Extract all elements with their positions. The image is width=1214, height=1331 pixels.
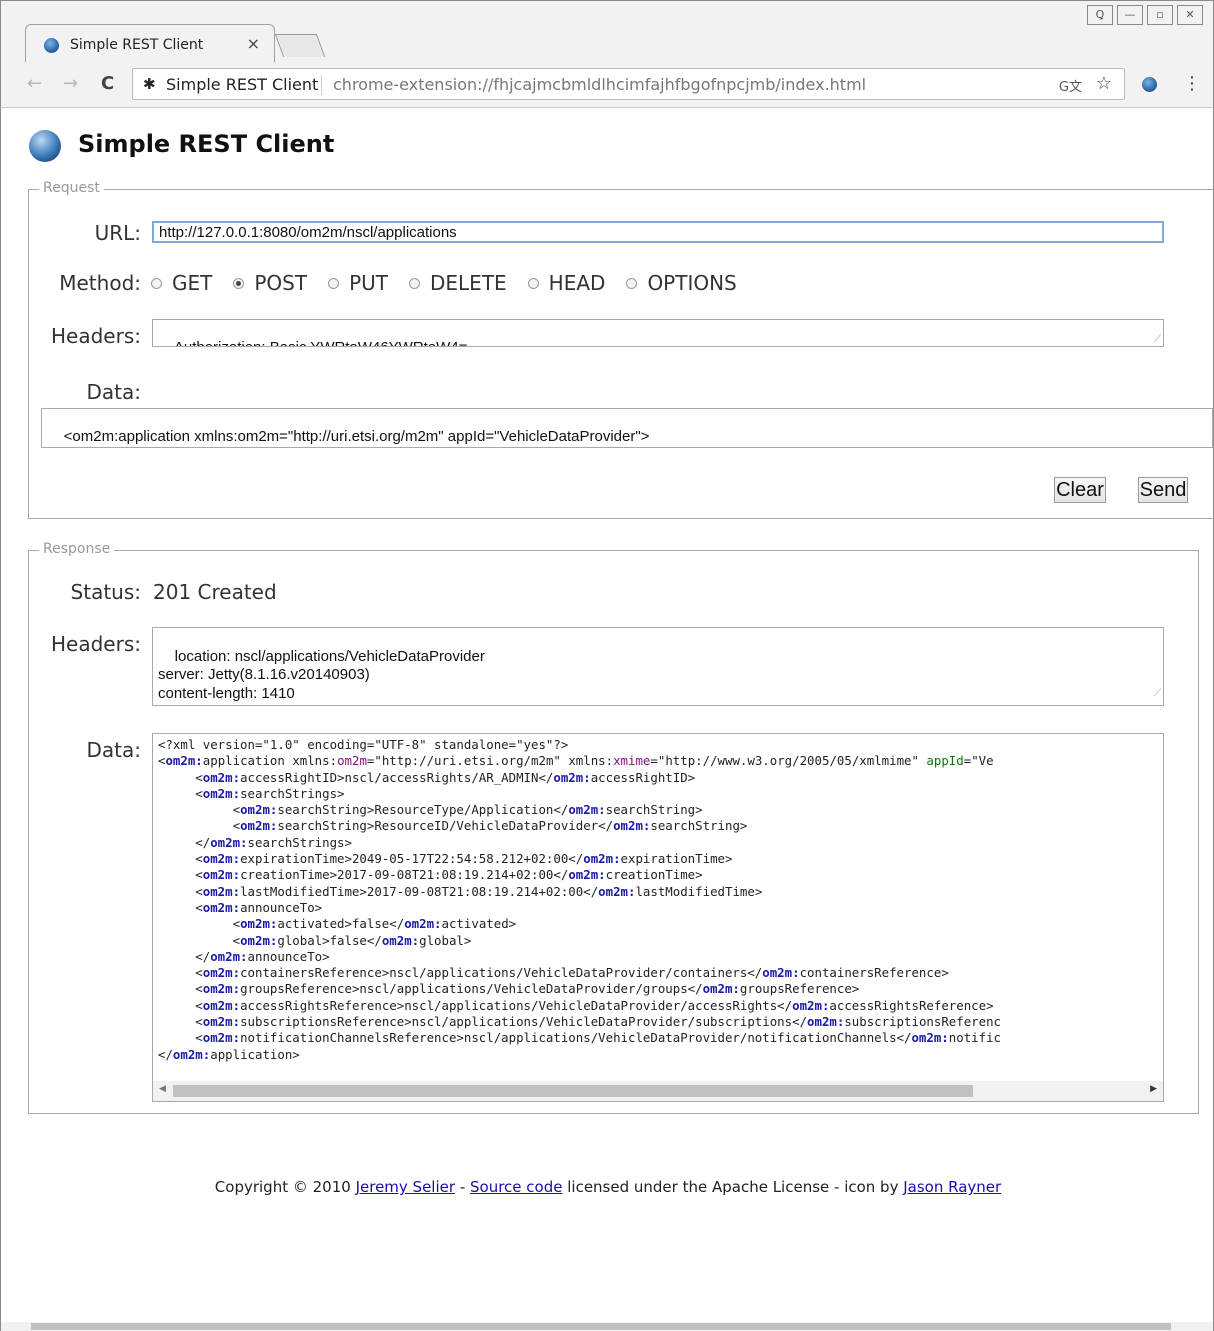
resize-grip-icon[interactable]: ⟋ bbox=[1154, 334, 1161, 345]
request-headers-textarea[interactable]: Authorization: Basic YWRtaW46YWRtaW4= ⟋ bbox=[152, 319, 1164, 347]
status-value: 201 Created bbox=[153, 580, 277, 604]
scroll-right-icon[interactable]: ▶ bbox=[1150, 1084, 1157, 1094]
method-radio-group: GET POST PUT DELETE HEAD OPTIONS bbox=[151, 271, 758, 295]
source-code-link[interactable]: Source code bbox=[470, 1178, 562, 1196]
response-headers-label: Headers: bbox=[51, 632, 141, 656]
maximize-button[interactable]: ▫ bbox=[1147, 5, 1173, 25]
scroll-left-icon[interactable]: ◀ bbox=[159, 1084, 166, 1094]
address-site-name: Simple REST Client bbox=[166, 75, 319, 94]
request-data-textarea[interactable]: <om2m:application xmlns:om2m="http://uri… bbox=[41, 408, 1213, 448]
address-separator bbox=[321, 75, 322, 95]
window-controls: Ꝗ — ▫ ✕ bbox=[1087, 5, 1203, 25]
scroll-thumb[interactable] bbox=[173, 1085, 973, 1097]
response-legend: Response bbox=[39, 541, 115, 557]
response-data-label: Data: bbox=[86, 738, 142, 762]
new-tab-button[interactable] bbox=[274, 34, 326, 57]
page-content: Simple REST Client Request URL: http://1… bbox=[0, 108, 1214, 1331]
method-option-put[interactable]: PUT bbox=[328, 271, 388, 295]
author-link[interactable]: Jeremy Selier bbox=[356, 1178, 455, 1196]
forward-arrow-icon[interactable]: → bbox=[63, 73, 78, 94]
address-bar[interactable]: ✱ Simple REST Client chrome-extension://… bbox=[132, 68, 1125, 100]
tab-title: Simple REST Client bbox=[70, 37, 204, 53]
method-get-label: GET bbox=[172, 271, 213, 295]
radio-put[interactable] bbox=[328, 277, 340, 289]
close-window-button[interactable]: ✕ bbox=[1177, 5, 1203, 25]
globe-logo-icon bbox=[29, 130, 61, 162]
footer-license-text: licensed under the Apache License - icon… bbox=[562, 1178, 904, 1196]
extension-puzzle-icon: ✱ bbox=[143, 75, 156, 93]
response-headers-text: location: nscl/applications/VehicleDataP… bbox=[158, 647, 488, 705]
status-label: Status: bbox=[70, 580, 141, 604]
bookmark-star-icon[interactable]: ☆ bbox=[1096, 73, 1112, 94]
footer: Copyright © 2010 Jeremy Selier - Source … bbox=[1, 1178, 1214, 1196]
radio-get[interactable] bbox=[151, 277, 162, 289]
radio-options[interactable] bbox=[626, 277, 638, 289]
translate-icon[interactable]: G文 bbox=[1059, 76, 1082, 95]
method-put-label: PUT bbox=[349, 271, 388, 295]
method-label: Method: bbox=[59, 271, 141, 295]
method-post-label: POST bbox=[254, 271, 308, 295]
browser-title-bar: Simple REST Client × Ꝗ — ▫ ✕ bbox=[0, 0, 1214, 63]
page-horizontal-scrollbar[interactable] bbox=[1, 1322, 1213, 1331]
address-url[interactable]: chrome-extension://fhjcajmcbmldlhcimfajh… bbox=[333, 75, 866, 94]
icon-author-link[interactable]: Jason Rayner bbox=[903, 1178, 1001, 1196]
send-button[interactable]: Send bbox=[1138, 477, 1188, 503]
url-label: URL: bbox=[94, 221, 141, 245]
globe-extension-icon[interactable] bbox=[1142, 77, 1157, 92]
response-xml: <?xml version="1.0" encoding="UTF-8" sta… bbox=[158, 737, 1001, 1062]
footer-dash: - bbox=[455, 1178, 470, 1196]
response-horizontal-scrollbar[interactable]: ◀ ▶ bbox=[153, 1081, 1163, 1101]
page-title: Simple REST Client bbox=[78, 130, 335, 158]
request-data-text: <om2m:application xmlns:om2m="http://uri… bbox=[47, 428, 650, 447]
page-scroll-thumb[interactable] bbox=[31, 1323, 1171, 1330]
method-option-post[interactable]: POST bbox=[233, 271, 307, 295]
resize-grip-icon[interactable]: ⟋ bbox=[1154, 685, 1161, 704]
browser-tab[interactable]: Simple REST Client × bbox=[25, 24, 275, 63]
method-option-options[interactable]: OPTIONS bbox=[626, 271, 737, 295]
radio-post[interactable] bbox=[233, 277, 245, 289]
method-option-get[interactable]: GET bbox=[151, 271, 212, 295]
request-legend: Request bbox=[39, 180, 104, 196]
request-data-label: Data: bbox=[86, 380, 142, 404]
reload-icon[interactable]: C bbox=[101, 73, 114, 94]
method-options-label: OPTIONS bbox=[647, 271, 737, 295]
request-headers-label: Headers: bbox=[51, 324, 141, 348]
method-option-delete[interactable]: DELETE bbox=[409, 271, 507, 295]
profile-icon[interactable]: Ꝗ bbox=[1087, 5, 1113, 25]
radio-head[interactable] bbox=[527, 277, 539, 289]
minimize-button[interactable]: — bbox=[1117, 5, 1143, 25]
response-headers-textarea[interactable]: location: nscl/applications/VehicleDataP… bbox=[152, 627, 1164, 706]
globe-icon bbox=[44, 38, 59, 53]
response-data-panel[interactable]: <?xml version="1.0" encoding="UTF-8" sta… bbox=[152, 733, 1164, 1102]
method-head-label: HEAD bbox=[548, 271, 606, 295]
request-headers-text: Authorization: Basic YWRtaW46YWRtaW4= bbox=[174, 339, 468, 346]
browser-toolbar: ← → C ✱ Simple REST Client chrome-extens… bbox=[0, 62, 1214, 108]
footer-copyright: Copyright © 2010 bbox=[214, 1178, 356, 1196]
back-arrow-icon[interactable]: ← bbox=[27, 73, 42, 94]
method-option-head[interactable]: HEAD bbox=[527, 271, 606, 295]
browser-menu-icon[interactable]: ⋮ bbox=[1183, 73, 1201, 94]
clear-button[interactable]: Clear bbox=[1054, 477, 1106, 503]
tab-close-icon[interactable]: × bbox=[247, 34, 260, 53]
method-delete-label: DELETE bbox=[430, 271, 507, 295]
url-input[interactable]: http://127.0.0.1:8080/om2m/nscl/applicat… bbox=[152, 221, 1164, 243]
radio-delete[interactable] bbox=[409, 277, 420, 289]
